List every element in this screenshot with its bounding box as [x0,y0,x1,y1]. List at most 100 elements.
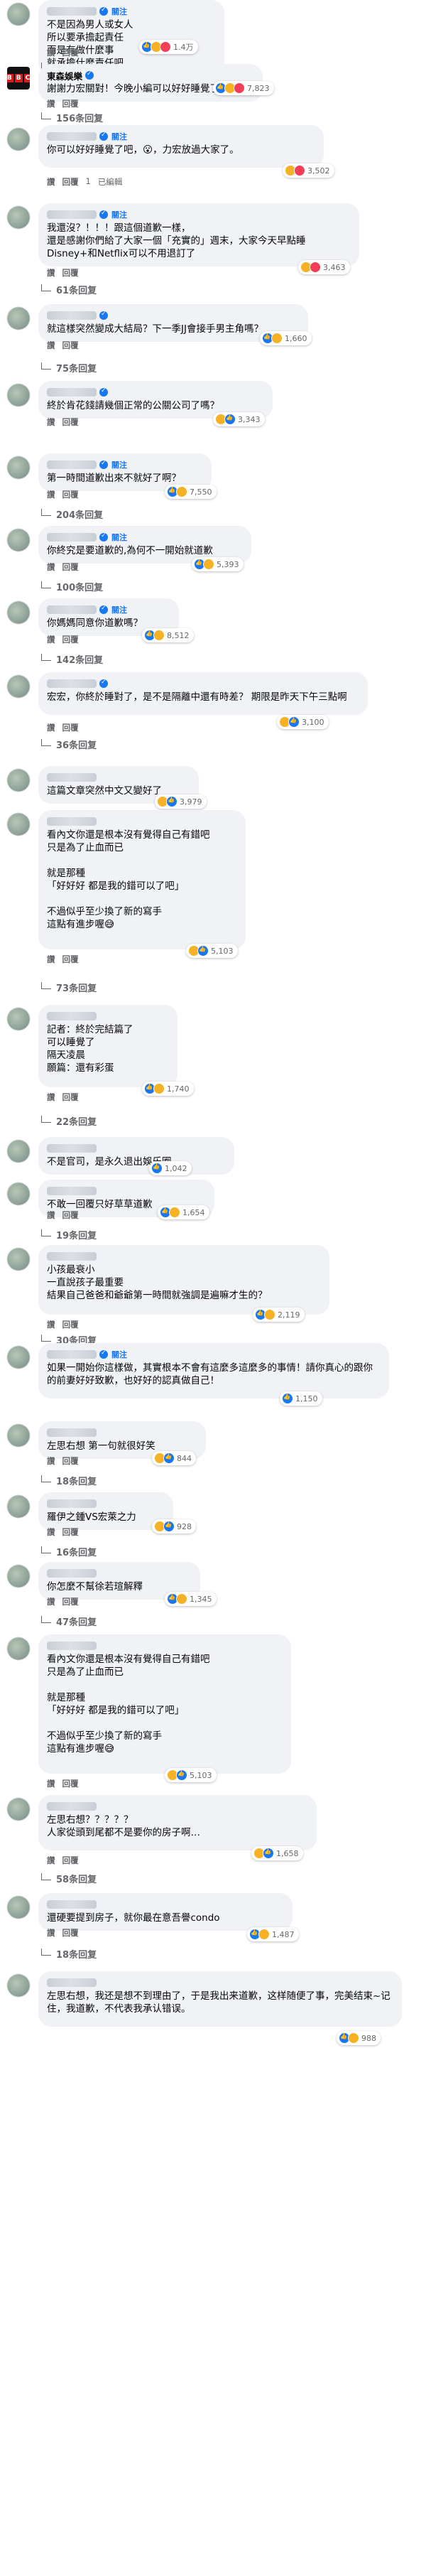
reply-button[interactable]: 回覆 [62,416,79,428]
avatar[interactable] [7,1140,30,1163]
avatar[interactable] [7,456,30,479]
follow-button[interactable]: 關注 [111,6,127,17]
reactions-summary[interactable]: 3,979 [155,794,207,809]
follow-button[interactable]: 關注 [111,459,127,470]
follow-button[interactable]: 關注 [111,1349,127,1360]
like-button[interactable]: 讚 [47,1778,55,1789]
reply-button[interactable]: 回覆 [62,634,79,645]
reactions-summary[interactable]: 5,393 [192,557,244,571]
reply-button[interactable]: 回覆 [62,340,79,351]
reply-button[interactable]: 回覆 [62,1319,79,1330]
like-button[interactable]: 讚 [47,1455,55,1467]
like-button[interactable]: 讚 [47,1319,55,1330]
avatar[interactable] [7,1565,30,1588]
reply-button[interactable]: 回覆 [62,489,79,500]
avatar[interactable] [7,1896,30,1919]
view-replies-link[interactable]: 100条回复 [41,580,103,593]
reply-button[interactable]: 回覆 [62,47,79,58]
view-replies-link[interactable]: 58条回复 [41,1872,97,1885]
like-button[interactable]: 讚 [47,954,55,965]
avatar[interactable] [7,128,30,151]
comment-author[interactable] [47,210,97,219]
reply-button[interactable]: 回覆 [62,561,79,573]
comment-author[interactable] [47,1350,97,1359]
reactions-summary[interactable]: 928 [152,1519,196,1534]
view-replies-link[interactable]: 75条回复 [41,361,97,374]
avatar[interactable] [7,384,30,406]
reactions-summary[interactable]: 1,042 [149,1161,192,1175]
avatar[interactable] [7,1346,30,1369]
avatar[interactable] [7,1798,30,1821]
avatar[interactable] [7,813,30,836]
view-replies-link[interactable]: 156条回复 [41,111,103,124]
like-button[interactable]: 讚 [47,1855,55,1866]
like-button[interactable]: 讚 [47,722,55,733]
reactions-summary[interactable]: 1,658 [251,1846,303,1860]
comment-author[interactable] [47,311,97,320]
view-replies-link[interactable]: 142条回复 [41,652,103,666]
reactions-summary[interactable]: 1,660 [260,331,312,345]
reply-button[interactable]: 回覆 [62,98,79,109]
comment-author[interactable] [47,533,97,541]
like-button[interactable]: 讚 [47,98,55,109]
reactions-summary[interactable]: 7,550 [165,485,217,499]
comment-author[interactable] [47,460,97,469]
like-button[interactable]: 讚 [47,1596,55,1607]
reactions-summary[interactable]: 3,343 [213,412,265,426]
reactions-summary[interactable]: 8,512 [142,628,194,642]
reply-button[interactable]: 回覆 [62,1455,79,1467]
reactions-summary[interactable]: 1,345 [165,1592,217,1606]
like-button[interactable]: 讚 [47,267,55,279]
reactions-summary[interactable]: 1,740 [142,1082,194,1096]
reply-button[interactable]: 回覆 [62,1927,79,1939]
reply-button[interactable]: 回覆 [62,267,79,279]
avatar[interactable] [7,529,30,551]
comment-author[interactable] [47,817,97,826]
like-button[interactable]: 讚 [47,176,55,188]
comment-author[interactable] [47,1499,97,1508]
reply-button[interactable]: 回覆 [62,1778,79,1789]
comment-author[interactable] [47,679,97,688]
comment-author[interactable] [47,1187,97,1195]
avatar[interactable] [7,1637,30,1660]
avatar[interactable] [7,1424,30,1447]
reactions-summary[interactable]: 7,823 [213,81,274,95]
reply-button[interactable]: 回覆 [62,1855,79,1866]
follow-button[interactable]: 關注 [111,209,127,220]
avatar[interactable] [7,769,30,792]
like-button[interactable]: 讚 [47,489,55,500]
like-button[interactable]: 讚 [47,1526,55,1538]
reactions-summary[interactable]: 3,463 [298,260,350,274]
view-replies-link[interactable]: 36条回复 [41,738,97,751]
reactions-summary[interactable]: 1,654 [158,1205,209,1219]
reply-button[interactable]: 回覆 [62,954,79,965]
reactions-summary[interactable]: 5,103 [186,944,238,958]
like-button[interactable]: 讚 [47,561,55,573]
comment-author[interactable] [47,1144,97,1153]
avatar[interactable] [7,1248,30,1271]
view-replies-link[interactable]: 47条回复 [41,1615,97,1628]
reply-button[interactable]: 回覆 [62,722,79,733]
like-button[interactable]: 讚 [47,340,55,351]
view-replies-link[interactable]: 16条回复 [41,1545,97,1558]
view-replies-link[interactable]: 204条回复 [41,507,103,521]
reactions-summary[interactable]: 3,502 [283,163,334,178]
like-button[interactable]: 讚 [47,416,55,428]
timestamp[interactable]: 1 [86,176,91,188]
avatar[interactable] [7,307,30,330]
comment-author[interactable] [47,1012,97,1020]
reactions-summary[interactable]: 1,150 [280,1391,322,1406]
reactions-summary[interactable]: 1,487 [247,1927,299,1941]
reply-button[interactable]: 回覆 [62,1596,79,1607]
like-button[interactable]: 讚 [47,1092,55,1103]
follow-button[interactable]: 關注 [111,604,127,615]
like-button[interactable]: 讚 [47,1927,55,1939]
reply-button[interactable]: 回覆 [62,1526,79,1538]
view-replies-link[interactable]: 73条回复 [41,981,97,994]
reactions-summary[interactable]: 2,119 [253,1308,305,1322]
comment-author[interactable] [47,388,97,397]
view-replies-link[interactable]: 19条回复 [41,1228,97,1241]
view-replies-link[interactable]: 18条回复 [41,1947,97,1961]
comment-author[interactable] [47,7,97,16]
reply-button[interactable]: 回覆 [62,176,79,188]
